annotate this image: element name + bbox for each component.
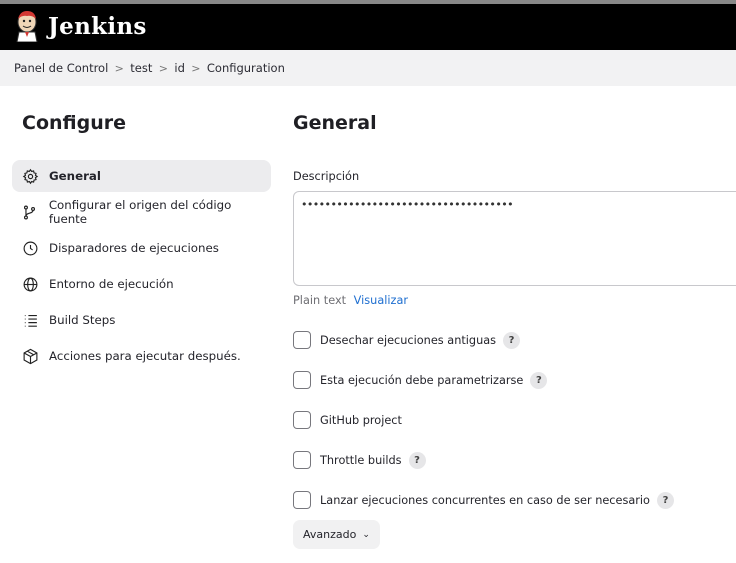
chevron-right-icon: > [191,61,201,75]
top-header: Jenkins [0,0,736,50]
gear-icon [21,167,39,185]
jenkins-home-link[interactable]: Jenkins [14,10,147,42]
package-icon [21,347,39,365]
plain-text-label: Plain text [293,294,347,307]
breadcrumb: Panel de Control > test > id > Configura… [0,50,736,86]
sidebar-item-label: Configurar el origen del código fuente [48,198,232,226]
description-format-row: Plain text Visualizar [293,294,408,307]
option-label: GitHub project [320,413,402,427]
chevron-right-icon: > [114,61,124,75]
breadcrumb-dashboard[interactable]: Panel de Control [14,61,108,75]
sidebar-nav: General Configurar el origen del código … [12,160,271,374]
source-branch-icon [21,203,39,221]
throttle-builds-checkbox[interactable] [293,451,311,469]
sidebar-item-label: Acciones para ejecutar después. [49,349,241,363]
help-icon[interactable]: ? [408,451,426,469]
description-label: Descripción [293,170,360,183]
github-project-checkbox[interactable] [293,411,311,429]
breadcrumb-configuration[interactable]: Configuration [207,61,285,75]
option-parameterized: Esta ejecución debe parametrizarse ? [293,371,548,389]
globe-icon [21,275,39,293]
breadcrumb-id[interactable]: id [174,61,185,75]
option-label: Throttle builds [320,453,402,467]
sidebar-item-build-steps[interactable]: Build Steps [12,302,271,338]
option-label: Desechar ejecuciones antiguas [320,333,497,347]
help-icon[interactable]: ? [656,491,674,509]
sidebar-item-post-build[interactable]: Acciones para ejecutar después. [12,338,271,374]
sidebar-item-label: General [49,169,101,183]
advanced-label: Avanzado [303,528,357,541]
sidebar-item-label: Build Steps [49,313,116,327]
breadcrumb-test[interactable]: test [130,61,152,75]
sidebar-item-triggers[interactable]: Disparadores de ejecuciones [12,230,271,266]
app-name: Jenkins [48,12,147,40]
option-label: Esta ejecución debe parametrizarse [320,373,524,387]
jenkins-logo-icon [16,11,38,42]
sidebar-item-source-code[interactable]: Configurar el origen del código fuente [12,194,271,230]
concurrent-builds-checkbox[interactable] [293,491,311,509]
list-icon [21,311,39,329]
option-throttle-builds: Throttle builds ? [293,451,426,469]
sidebar-title: Configure [22,112,126,134]
help-icon[interactable]: ? [503,331,521,349]
sidebar-item-environment[interactable]: Entorno de ejecución [12,266,271,302]
section-title: General [293,112,377,134]
sidebar-item-label: Entorno de ejecución [49,277,174,291]
option-github-project: GitHub project [293,411,402,429]
help-icon[interactable]: ? [530,371,548,389]
description-textarea[interactable]: •••••••••••••••••••••••••••••••••••• [293,191,736,286]
clock-icon [21,239,39,257]
option-concurrent-builds: Lanzar ejecuciones concurrentes en caso … [293,491,674,509]
chevron-right-icon: > [158,61,168,75]
option-discard-old-builds: Desechar ejecuciones antiguas ? [293,331,521,349]
parameterized-checkbox[interactable] [293,371,311,389]
option-label: Lanzar ejecuciones concurrentes en caso … [320,493,650,507]
chevron-down-icon: ⌄ [362,529,370,540]
sidebar-item-label: Disparadores de ejecuciones [49,241,219,255]
preview-link[interactable]: Visualizar [354,294,408,307]
sidebar-item-general[interactable]: General [12,160,271,192]
advanced-button[interactable]: Avanzado ⌄ [293,520,380,549]
discard-old-builds-checkbox[interactable] [293,331,311,349]
